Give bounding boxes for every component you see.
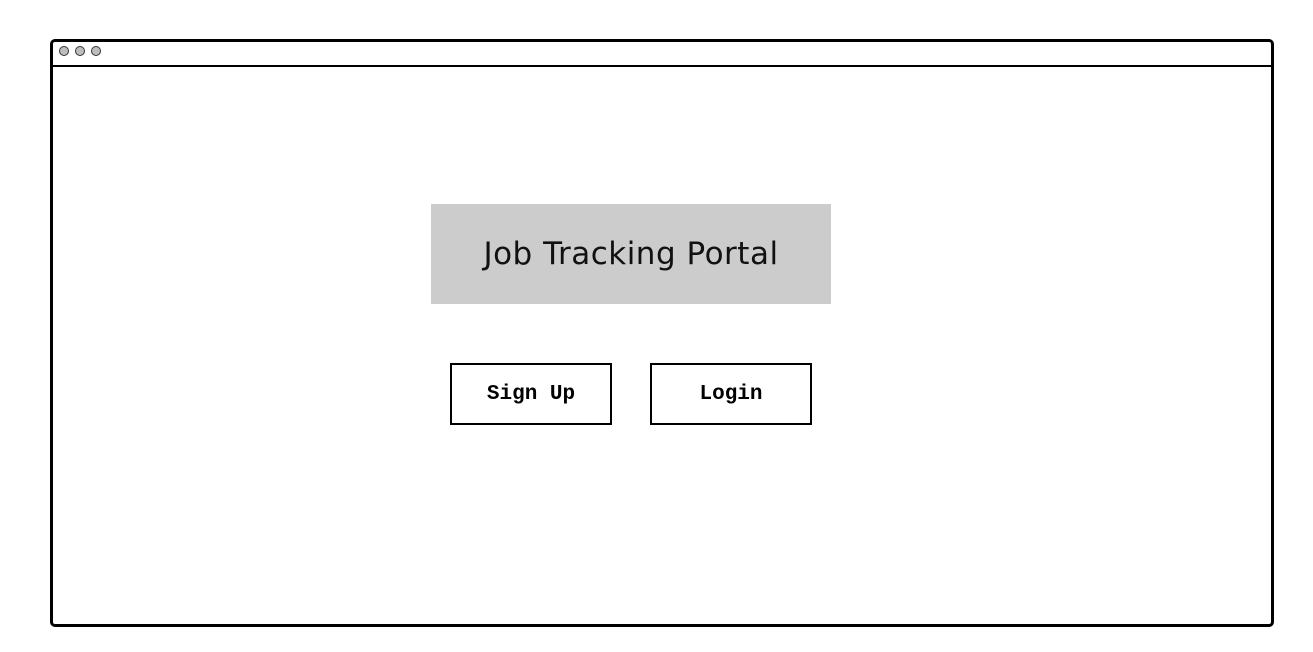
browser-window: Job Tracking Portal Sign Up Login [50, 39, 1274, 627]
window-titlebar [53, 42, 1271, 67]
sign-up-button[interactable]: Sign Up [450, 363, 612, 425]
window-dot-icon[interactable] [91, 46, 101, 56]
page-title-box: Job Tracking Portal [431, 204, 831, 304]
window-dot-icon[interactable] [59, 46, 69, 56]
page-title: Job Tracking Portal [483, 236, 779, 272]
window-controls [59, 46, 101, 56]
login-button[interactable]: Login [650, 363, 812, 425]
window-dot-icon[interactable] [75, 46, 85, 56]
